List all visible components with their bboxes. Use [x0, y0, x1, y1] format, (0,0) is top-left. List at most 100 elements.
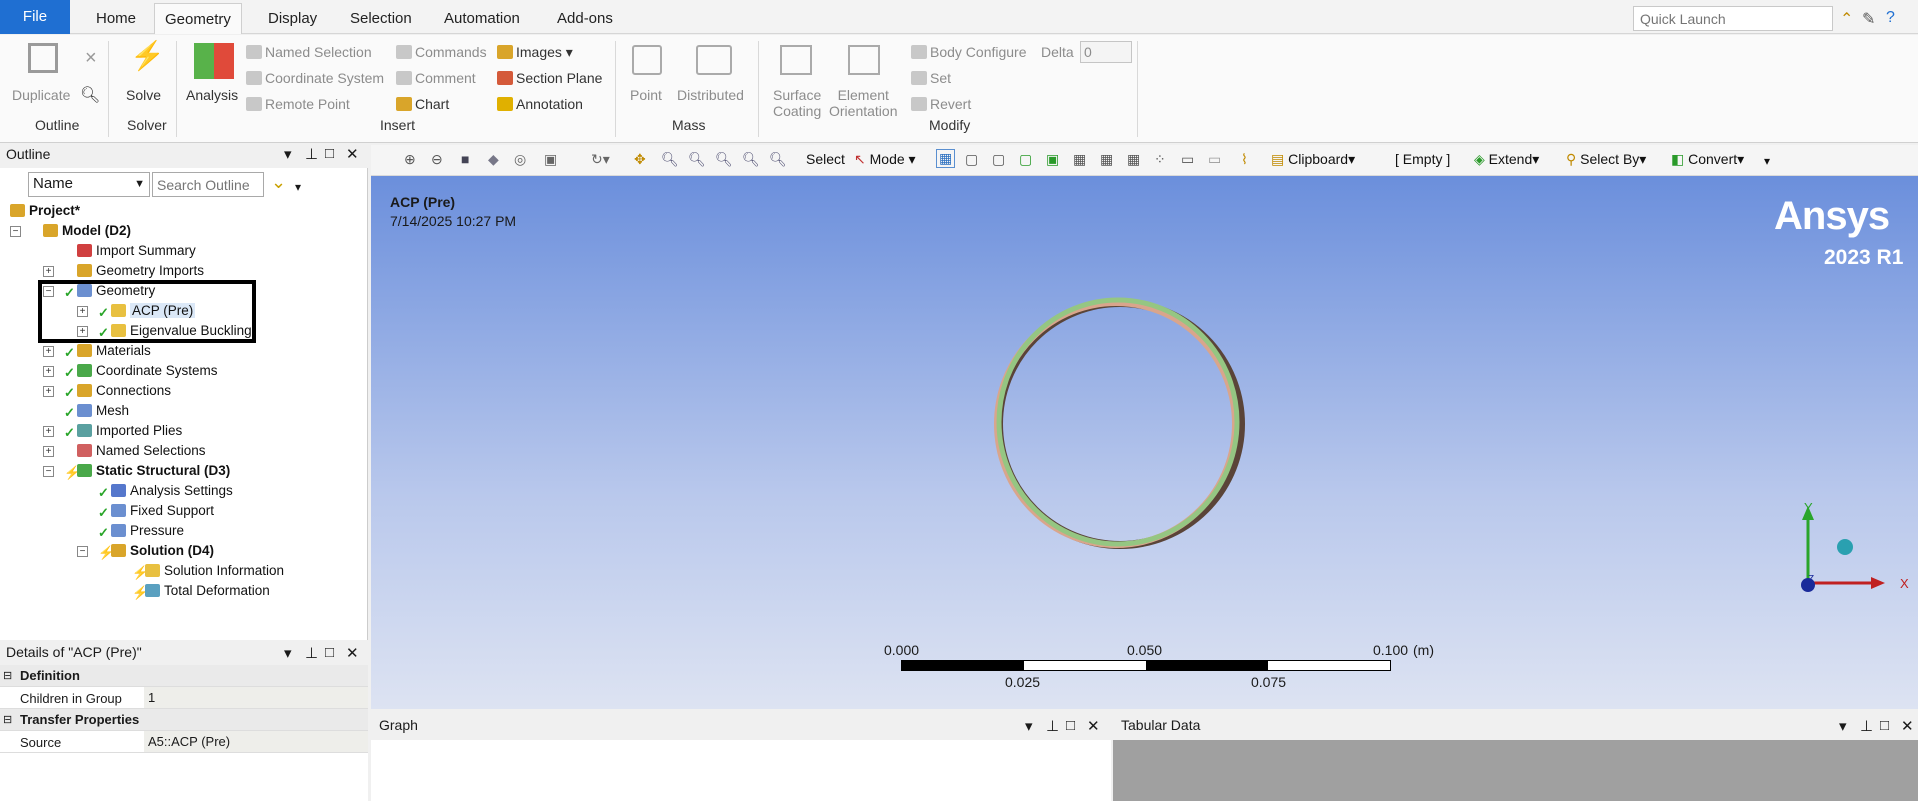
tab-geometry[interactable]: Geometry	[154, 3, 242, 34]
revert-button[interactable]: Revert	[911, 96, 971, 112]
delta-input[interactable]: 0	[1080, 41, 1132, 63]
named-selection-button[interactable]: Named Selection	[246, 44, 372, 60]
section-plane-button[interactable]: Section Plane	[497, 70, 602, 86]
maximize-icon[interactable]: □	[325, 644, 334, 661]
select-by-button[interactable]: ⚲ Select By▾	[1566, 151, 1646, 168]
distributed-mass-button[interactable]: Distributed	[677, 87, 744, 103]
wireframe-icon[interactable]: ◎	[514, 151, 526, 168]
tab-selection[interactable]: Selection	[340, 3, 422, 34]
tree-item-analysis-settings[interactable]: Analysis Settings	[111, 483, 233, 498]
tree-item-geometry-imports[interactable]: Geometry Imports	[77, 263, 204, 278]
collapse-icon[interactable]: ⊟	[3, 713, 12, 726]
tree-item-coordinate-systems[interactable]: Coordinate Systems	[77, 363, 218, 378]
element-orientation-button[interactable]: Element Orientation	[829, 87, 897, 119]
collapse-ribbon-icon[interactable]: ⌃	[1840, 9, 1853, 29]
pane-menu-icon[interactable]: ▾	[284, 145, 292, 163]
select-mesh-icon[interactable]: ▦	[1127, 151, 1140, 168]
maximize-icon[interactable]: □	[1880, 717, 1889, 734]
tree-item-connections[interactable]: Connections	[77, 383, 171, 398]
maximize-icon[interactable]: □	[325, 145, 334, 162]
tree-item-imported-plies[interactable]: Imported Plies	[77, 423, 182, 438]
graphics-viewport[interactable]: ACP (Pre) 7/14/2025 10:27 PM Ansys 2023 …	[371, 176, 1918, 709]
magnifier-icon[interactable]: 🔍︎	[769, 151, 787, 168]
chart-button[interactable]: Chart	[396, 96, 449, 112]
extend-button[interactable]: ◈ Extend▾	[1474, 151, 1539, 168]
clipboard-button[interactable]: ▤ Clipboard▾	[1271, 151, 1355, 168]
find-icon[interactable]: 🔍︎	[80, 85, 100, 105]
mode-button[interactable]: ↖ Mode ▾	[854, 151, 916, 168]
surface-coating-button[interactable]: Surface Coating	[773, 87, 821, 119]
box-zoom-icon[interactable]: 🔍︎	[688, 151, 706, 168]
zoom-out-icon[interactable]: ⊖	[431, 151, 443, 168]
select-node-icon[interactable]: ▣	[1046, 151, 1059, 168]
convert-button[interactable]: ◧ Convert▾	[1671, 151, 1744, 168]
close-icon[interactable]: ✕	[1087, 717, 1100, 735]
images-button[interactable]: Images ▾	[497, 44, 573, 61]
collapse-icon[interactable]: ⊟	[3, 669, 12, 682]
pin-icon[interactable]: ⊥	[1860, 717, 1873, 735]
expand-icon[interactable]: +	[43, 446, 54, 457]
select-mode-icon[interactable]: ▣	[544, 151, 557, 168]
expand-icon[interactable]: +	[43, 366, 54, 377]
view-shaded-icon[interactable]: ◆	[488, 151, 499, 168]
tree-item-mesh[interactable]: Mesh	[77, 403, 129, 418]
zoom-icon[interactable]: 🔍︎	[661, 151, 679, 168]
tree-item-pressure[interactable]: Pressure	[111, 523, 184, 538]
expand-icon[interactable]: +	[43, 386, 54, 397]
rotate-icon[interactable]: ↻▾	[591, 151, 610, 168]
maximize-icon[interactable]: □	[1066, 717, 1075, 734]
collapse-icon[interactable]: −	[77, 546, 88, 557]
select-vertex-icon[interactable]: ▦	[936, 149, 956, 168]
close-icon[interactable]: ✕	[346, 644, 359, 662]
expand-icon[interactable]: +	[43, 346, 54, 357]
zoom-fit-icon[interactable]: 🔍︎	[715, 151, 733, 168]
edit-icon[interactable]: ✎	[1862, 9, 1875, 29]
pin-icon[interactable]: ⊥	[305, 145, 318, 163]
filter-options-icon[interactable]: ▾	[295, 180, 301, 194]
tree-item-total-deformation[interactable]: Total Deformation	[145, 583, 270, 598]
commands-button[interactable]: Commands	[396, 44, 487, 60]
tree-item-import-summary[interactable]: Import Summary	[77, 243, 196, 258]
help-icon[interactable]: ?	[1886, 9, 1895, 27]
tree-item-static-structural[interactable]: Static Structural (D3)	[77, 463, 230, 478]
label2-icon[interactable]: ▭	[1208, 151, 1221, 168]
details-section-definition[interactable]: ⊟ Definition	[0, 665, 368, 687]
zoom-selected-icon[interactable]: 🔍︎	[742, 151, 760, 168]
view-solid-icon[interactable]: ■	[461, 151, 469, 167]
expand-icon[interactable]: +	[43, 266, 54, 277]
select-element-face-icon[interactable]: ▦	[1073, 151, 1086, 168]
tab-automation[interactable]: Automation	[434, 3, 530, 34]
tree-item-project[interactable]: Project*	[10, 203, 80, 218]
label-icon[interactable]: ▭	[1181, 151, 1194, 168]
tree-item-solution-information[interactable]: Solution Information	[145, 563, 284, 578]
expand-icon[interactable]: +	[43, 426, 54, 437]
tab-display[interactable]: Display	[258, 3, 327, 34]
set-button[interactable]: Set	[911, 70, 951, 86]
point-mass-button[interactable]: Point	[630, 87, 662, 103]
tab-addons[interactable]: Add-ons	[547, 3, 623, 34]
filter-icon[interactable]: ⌄	[271, 172, 286, 193]
delete-icon[interactable]: ×	[85, 47, 97, 70]
collapse-icon[interactable]: −	[43, 466, 54, 477]
tree-item-model[interactable]: Model (D2)	[43, 223, 131, 238]
tree-item-materials[interactable]: Materials	[77, 343, 151, 358]
select-edge-icon[interactable]: ▢	[965, 151, 978, 168]
tree-item-named-selections[interactable]: Named Selections	[77, 443, 206, 458]
probe-icon[interactable]: ⌇	[1241, 151, 1248, 168]
pane-menu-icon[interactable]: ▾	[1025, 717, 1033, 735]
pin-icon[interactable]: ⊥	[1046, 717, 1059, 735]
isometric-ball[interactable]	[1837, 539, 1853, 555]
zoom-in-icon[interactable]: ⊕	[404, 151, 416, 168]
outline-search-input[interactable]	[152, 172, 264, 197]
select-body-icon[interactable]: ▢	[1019, 151, 1032, 168]
filter-type-select[interactable]: Name ▼	[28, 172, 150, 197]
tab-file[interactable]: File	[0, 0, 70, 34]
tree-item-fixed-support[interactable]: Fixed Support	[111, 503, 214, 518]
pane-menu-icon[interactable]: ▾	[284, 644, 292, 662]
toolbar-overflow-icon[interactable]: ▾	[1764, 154, 1770, 168]
solve-button[interactable]: Solve	[126, 87, 161, 103]
quick-launch-input[interactable]	[1633, 6, 1833, 31]
close-icon[interactable]: ✕	[346, 145, 359, 163]
coordinate-system-button[interactable]: Coordinate System	[246, 70, 384, 86]
tree-item-solution[interactable]: Solution (D4)	[111, 543, 214, 558]
